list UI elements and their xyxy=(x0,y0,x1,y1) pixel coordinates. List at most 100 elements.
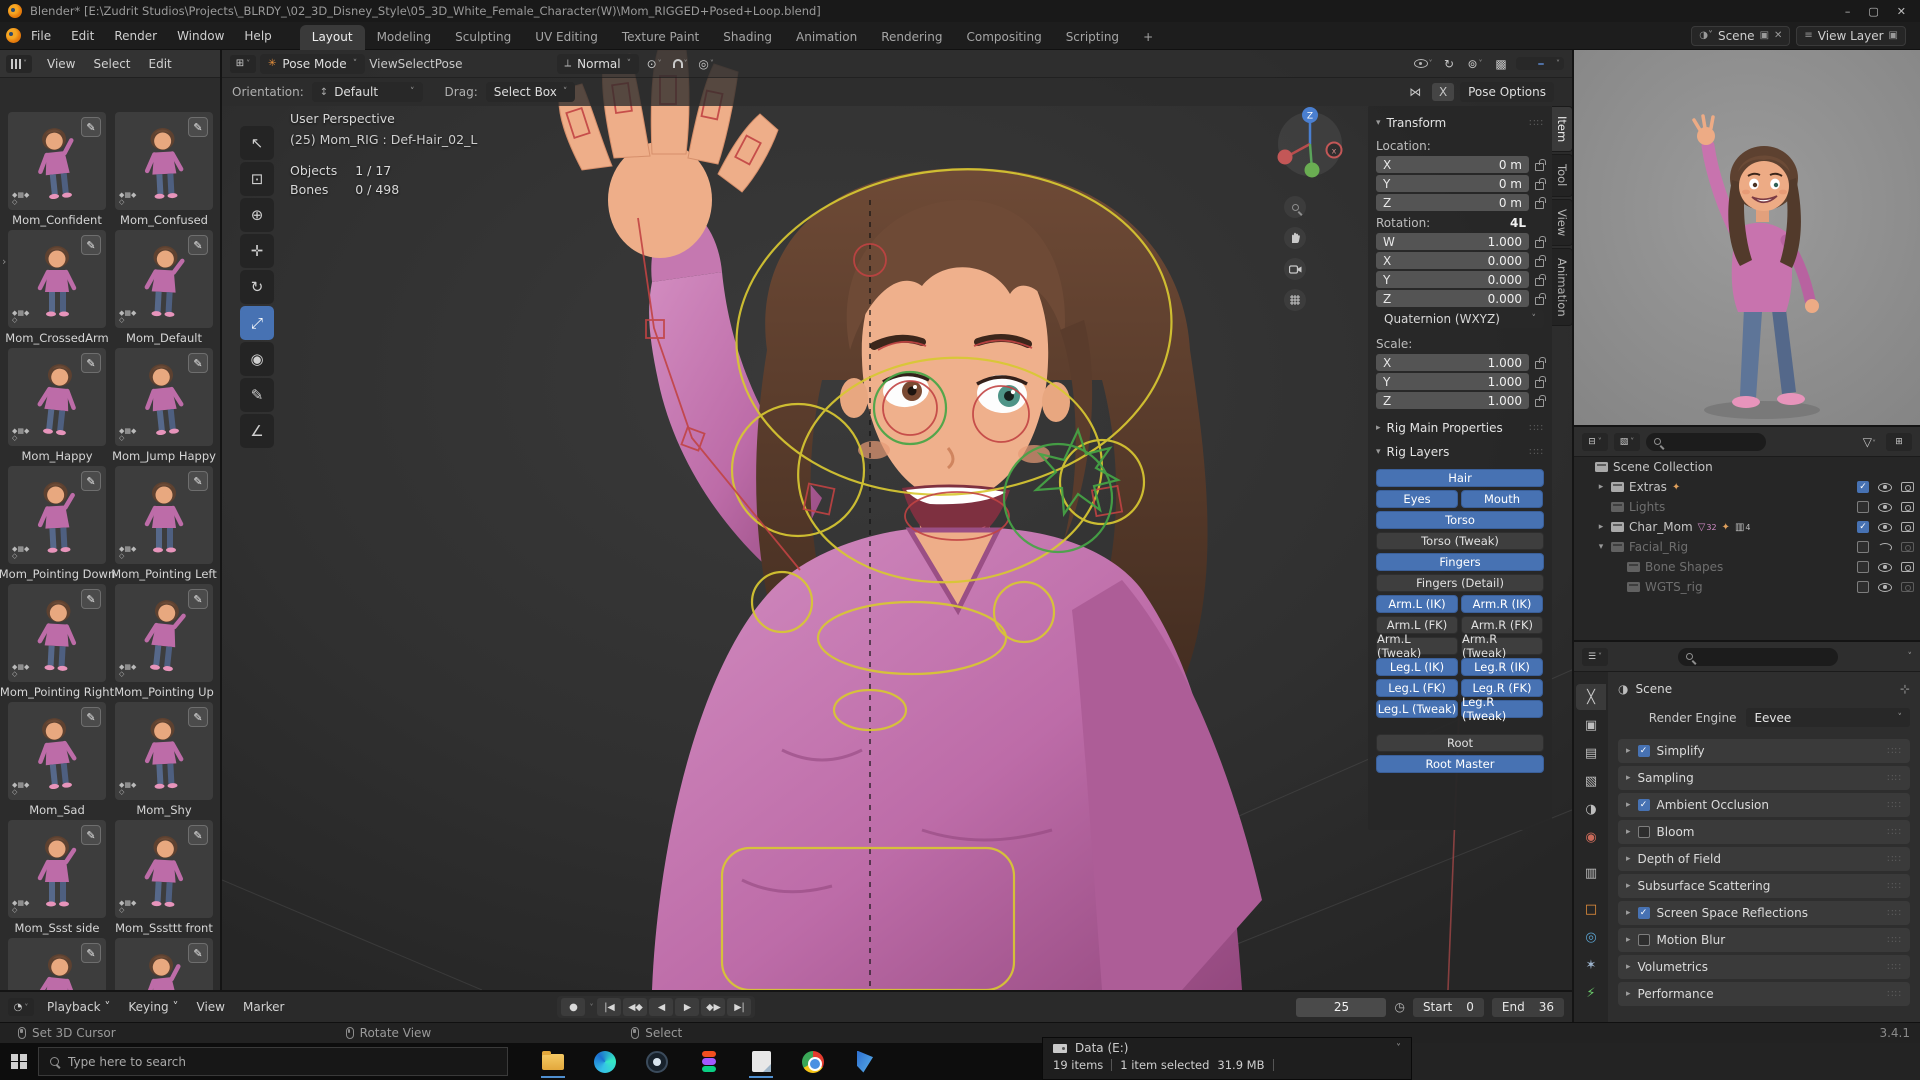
panel-grip-icon[interactable]: ∷∷ xyxy=(1529,423,1544,434)
panel-checkbox[interactable] xyxy=(1637,934,1650,946)
properties-tab-world[interactable]: ◉ xyxy=(1576,824,1606,850)
play-button[interactable]: ▶ xyxy=(675,998,700,1016)
asset-item[interactable]: ✎ ◆▦◆ ◇ Mom_Ssst side xyxy=(8,820,106,938)
rotation-field-z[interactable]: Z 0.000 xyxy=(1376,290,1529,307)
rig-layer-leg-l-fk-[interactable]: Leg.L (FK) xyxy=(1376,679,1458,697)
preview-viewport[interactable] xyxy=(1572,50,1920,425)
panel-grip-icon[interactable]: ∷∷ xyxy=(1887,908,1902,919)
asset-item[interactable]: ✎ ◆▦◆ ◇ Mom_Happy xyxy=(8,348,106,466)
outliner-item-name[interactable]: Char_Mom xyxy=(1629,520,1693,534)
panel-motion-blur[interactable]: ▸ Motion Blur ∷∷ xyxy=(1618,928,1910,952)
asset-item[interactable]: ✎ ◆▦◆ ◇ Mom_Sssttt front xyxy=(115,820,213,938)
eye-icon[interactable] xyxy=(1878,582,1892,592)
tab-texture-paint[interactable]: Texture Paint xyxy=(610,25,711,50)
asset-item[interactable]: ✎ ◆▦◆ ◇ Mom_Sad xyxy=(8,702,106,820)
panel-checkbox[interactable]: ✓ xyxy=(1637,799,1650,811)
taskbar-icon-edge[interactable] xyxy=(586,1045,624,1078)
tool-cursor-button[interactable]: ⊕ xyxy=(240,198,274,232)
timeline-menu-playback[interactable]: Playback ˅ xyxy=(38,996,119,1018)
new-view-layer-icon[interactable]: ▣ xyxy=(1889,30,1898,41)
asset-item[interactable]: ✎◆▦◆◇ xyxy=(8,938,106,990)
viewport-menu-select[interactable]: Select xyxy=(398,57,435,71)
asset-menu-edit[interactable]: Edit xyxy=(140,54,181,74)
rotation-field-y[interactable]: Y 0.000 xyxy=(1376,271,1529,288)
scene-selector[interactable]: ◑˅ Scene ▣ ✕ xyxy=(1691,25,1791,46)
asset-menu-view[interactable]: View xyxy=(38,54,84,74)
current-frame-field[interactable]: 25 xyxy=(1296,997,1387,1017)
timeline-menu-view[interactable]: View xyxy=(188,996,234,1018)
properties-tab-collection[interactable]: ▥ xyxy=(1576,860,1606,886)
outliner-row[interactable]: ▸ Extras ✦ ✓ xyxy=(1574,477,1920,497)
tool-select-box-button[interactable]: ⊡ xyxy=(240,162,274,196)
rig-layer-root-master[interactable]: Root Master xyxy=(1376,755,1544,773)
pin-icon[interactable]: ⊹ xyxy=(1900,682,1910,696)
chevron-down-icon[interactable]: ˅ xyxy=(1396,1043,1401,1054)
rig-layer-arm-r-tweak-[interactable]: Arm.R (Tweak) xyxy=(1461,632,1543,660)
scale-field-z[interactable]: Z 1.000 xyxy=(1376,392,1529,409)
panel-subsurface-scattering[interactable]: ▸ Subsurface Scattering ∷∷ xyxy=(1618,874,1910,898)
expand-icon[interactable]: ▸ xyxy=(1626,854,1631,864)
expand-icon[interactable]: ▸ xyxy=(1626,989,1631,999)
tool-transform-button[interactable]: ◉ xyxy=(240,342,274,376)
tab-compositing[interactable]: Compositing xyxy=(954,25,1053,50)
pose-options-popover[interactable]: Pose Options xyxy=(1460,82,1554,102)
sidebar-tab-tool[interactable]: Tool xyxy=(1552,154,1572,197)
properties-tab-data[interactable]: ⚡ xyxy=(1576,980,1606,1006)
asset-thumbnail[interactable]: ✎◆▦◆◇ xyxy=(115,702,213,800)
navigation-gizmo[interactable]: Z x xyxy=(1272,104,1344,178)
edit-pose-icon[interactable]: ✎ xyxy=(188,943,208,963)
outliner-row[interactable]: WGTS_rig xyxy=(1574,577,1920,597)
object-visibility-button[interactable]: ˅ xyxy=(1412,55,1434,73)
lock-open-icon[interactable] xyxy=(1535,375,1546,388)
expand-icon[interactable]: ▸ xyxy=(1626,881,1631,891)
eye-icon[interactable] xyxy=(1878,562,1892,572)
camera-icon[interactable] xyxy=(1901,562,1914,572)
asset-item[interactable]: ✎ ◆▦◆ ◇ Mom_Pointing Down xyxy=(0,466,115,584)
view-layer-selector[interactable]: ≡ View Layer ▣ xyxy=(1796,25,1906,46)
eye-icon[interactable] xyxy=(1878,482,1892,492)
properties-tab-render[interactable]: ▣ xyxy=(1576,712,1606,738)
asset-item[interactable]: ✎◆▦◆◇ xyxy=(115,938,213,990)
rig-layer-leg-l-tweak-[interactable]: Leg.L (Tweak) xyxy=(1376,700,1458,718)
tab-+[interactable]: + xyxy=(1131,25,1165,50)
exclude-checkbox[interactable]: ✓ xyxy=(1857,481,1869,493)
outliner-item-name[interactable]: Extras xyxy=(1629,480,1667,494)
rig-layer-leg-r-tweak-[interactable]: Leg.R (Tweak) xyxy=(1461,695,1543,723)
tool-move-button[interactable]: ✛ xyxy=(240,234,274,268)
expand-icon[interactable]: ▾ xyxy=(1596,542,1606,552)
properties-tab-view-layer[interactable]: ▧ xyxy=(1576,768,1606,794)
editor-type-button[interactable]: ˅ xyxy=(6,54,32,73)
rotation-mode-dropdown[interactable]: Quaternion (WXYZ) ˅ xyxy=(1376,310,1544,328)
taskbar-icon-hidden-app[interactable] xyxy=(846,1045,884,1078)
menu-render[interactable]: Render xyxy=(104,25,167,47)
tab-scripting[interactable]: Scripting xyxy=(1054,25,1131,50)
viewport-menu-view[interactable]: View xyxy=(369,57,397,71)
expand-icon[interactable]: ▸ xyxy=(1626,800,1631,810)
rotation-field-x[interactable]: X 0.000 xyxy=(1376,252,1529,269)
asset-thumbnail[interactable]: ✎◆▦◆◇ xyxy=(115,230,213,328)
properties-search-input[interactable] xyxy=(1677,647,1838,666)
panel-simplify[interactable]: ▸ ✓ Simplify ∷∷ xyxy=(1618,739,1910,763)
camera-icon[interactable] xyxy=(1901,482,1914,492)
asset-item[interactable]: ✎ ◆▦◆ ◇ Mom_Confident xyxy=(8,112,106,230)
exclude-checkbox[interactable] xyxy=(1857,541,1869,553)
shading-solid-button[interactable] xyxy=(1529,63,1535,65)
panel-grip-icon[interactable]: ∷∷ xyxy=(1887,962,1902,973)
tab-uv-editing[interactable]: UV Editing xyxy=(523,25,610,50)
edit-pose-icon[interactable]: ✎ xyxy=(81,707,101,727)
exclude-checkbox[interactable]: ✓ xyxy=(1857,521,1869,533)
orientation-value-dropdown[interactable]: ↕ Default ˅ xyxy=(311,82,423,102)
properties-tab-physics[interactable]: ◎ xyxy=(1576,924,1606,950)
browse-scene-icon[interactable]: ◑˅ xyxy=(1699,30,1713,41)
rig-layer-torso[interactable]: Torso xyxy=(1376,511,1544,529)
edit-pose-icon[interactable]: ✎ xyxy=(81,471,101,491)
rig-layer-arm-l-ik-[interactable]: Arm.L (IK) xyxy=(1376,595,1458,613)
zoom-icon[interactable] xyxy=(1284,196,1306,218)
edit-pose-icon[interactable]: ✎ xyxy=(81,943,101,963)
exclude-checkbox[interactable] xyxy=(1857,581,1869,593)
expand-icon[interactable]: ▸ xyxy=(1596,482,1606,492)
outliner-item-name[interactable]: Facial_Rig xyxy=(1629,540,1688,554)
shading-rendered-button[interactable] xyxy=(1547,63,1553,65)
asset-thumbnail[interactable]: ✎◆▦◆◇ xyxy=(8,938,106,990)
tool-annotate-button[interactable]: ✎ xyxy=(240,378,274,412)
